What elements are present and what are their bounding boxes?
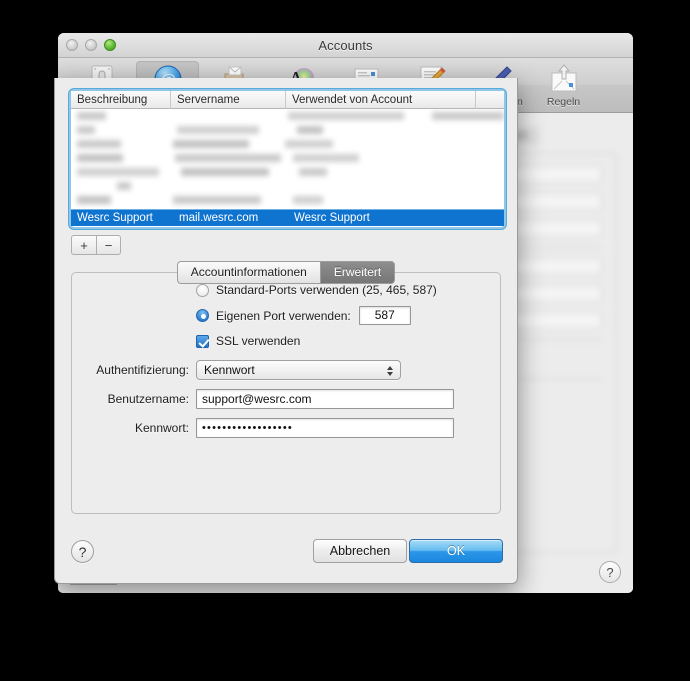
- add-server-button[interactable]: +: [71, 235, 96, 255]
- redacted-rows: [71, 109, 504, 207]
- custom-port-radio[interactable]: [196, 309, 209, 322]
- custom-port-row: Eigenen Port verwenden: 587: [71, 306, 501, 325]
- server-list-controls: + −: [71, 235, 121, 255]
- authentication-value: Kennwort: [204, 363, 255, 377]
- help-button[interactable]: ?: [71, 540, 94, 563]
- column-header-servername[interactable]: Servername: [171, 90, 286, 109]
- rules-icon: [551, 64, 576, 92]
- window-help-button[interactable]: ?: [599, 561, 621, 583]
- cell: [77, 196, 111, 204]
- cell: [293, 154, 359, 162]
- cell: [293, 196, 323, 204]
- chevron-up-icon: [386, 366, 393, 370]
- cell-used-by-account: Wesrc Support: [294, 212, 370, 224]
- cell-servername: mail.wesrc.com: [179, 212, 259, 224]
- ssl-row: SSL verwenden: [71, 334, 501, 348]
- authentication-label: Authentifizierung:: [96, 363, 189, 377]
- smtp-server-table[interactable]: Beschreibung Servername Verwendet von Ac…: [71, 90, 504, 227]
- ok-button[interactable]: OK: [409, 539, 503, 563]
- table-body[interactable]: Wesrc Support mail.wesrc.com Wesrc Suppo…: [71, 109, 504, 226]
- password-input[interactable]: ••••••••••••••••••: [196, 418, 454, 438]
- sheet-footer: ? Abbrechen OK: [55, 533, 517, 583]
- cell: [77, 168, 159, 176]
- tab-erweitert[interactable]: Erweitert: [319, 261, 396, 284]
- password-label: Kennwort:: [134, 421, 189, 435]
- table-row[interactable]: [71, 151, 504, 165]
- close-button[interactable]: [66, 39, 78, 51]
- toolbar-item-regeln[interactable]: Regeln: [532, 61, 595, 108]
- custom-port-label: Eigenen Port verwenden:: [216, 308, 351, 323]
- standard-ports-label: Standard-Ports verwenden (25, 465, 587): [216, 283, 437, 297]
- table-header-row: Beschreibung Servername Verwendet von Ac…: [71, 90, 504, 109]
- table-row[interactable]: [71, 123, 504, 137]
- cell: [117, 182, 131, 190]
- cell: [175, 154, 281, 162]
- toolbar-label: Regeln: [546, 96, 581, 108]
- table-row[interactable]: [71, 179, 504, 193]
- cell: [431, 112, 504, 120]
- username-row: Benutzername: support@wesrc.com: [71, 389, 501, 409]
- cell: [177, 126, 259, 134]
- minimize-button[interactable]: [85, 39, 97, 51]
- cell: [297, 126, 323, 134]
- column-header-empty[interactable]: [476, 91, 504, 109]
- chevron-updown-icon: [385, 363, 394, 379]
- cell: [77, 140, 121, 148]
- chevron-down-icon: [386, 372, 393, 376]
- cell: [77, 154, 123, 162]
- table-row[interactable]: [71, 165, 504, 179]
- screen: Accounts Allgemein @: [0, 0, 690, 681]
- cell: [173, 196, 261, 204]
- cell: [173, 140, 249, 148]
- cell-description: Wesrc Support: [77, 212, 153, 224]
- ssl-checkbox[interactable]: [196, 334, 209, 348]
- custom-port-input[interactable]: 587: [358, 306, 411, 325]
- remove-server-button[interactable]: −: [96, 235, 121, 255]
- cell: [77, 126, 95, 134]
- cell: [299, 168, 327, 176]
- username-label: Benutzername:: [107, 392, 189, 406]
- window-titlebar: Accounts: [58, 33, 633, 58]
- authentication-select[interactable]: Kennwort: [196, 360, 401, 380]
- column-header-beschreibung[interactable]: Beschreibung: [71, 90, 171, 109]
- ssl-label: SSL verwenden: [216, 334, 301, 348]
- window-controls: [66, 39, 116, 51]
- table-row-selected[interactable]: Wesrc Support mail.wesrc.com Wesrc Suppo…: [71, 209, 504, 226]
- table-row[interactable]: [71, 137, 504, 151]
- zoom-button[interactable]: [104, 39, 116, 51]
- standard-ports-row: Standard-Ports verwenden (25, 465, 587): [71, 283, 501, 297]
- cell: [77, 112, 107, 120]
- username-input[interactable]: support@wesrc.com: [196, 389, 454, 409]
- tab-accountinformationen[interactable]: Accountinformationen: [176, 261, 320, 284]
- sheet-tabbar: Accountinformationen Erweitert: [55, 261, 517, 284]
- advanced-settings-form: Standard-Ports verwenden (25, 465, 587) …: [71, 283, 501, 447]
- table-row[interactable]: [71, 109, 504, 123]
- standard-ports-radio[interactable]: [196, 283, 209, 297]
- authentication-row: Authentifizierung: Kennwort: [71, 360, 501, 380]
- column-header-verwendet-von-account[interactable]: Verwendet von Account: [286, 90, 476, 109]
- cell: [181, 168, 269, 176]
- cell: [288, 112, 404, 120]
- smtp-server-sheet: Beschreibung Servername Verwendet von Ac…: [54, 78, 518, 584]
- password-row: Kennwort: ••••••••••••••••••: [71, 418, 501, 438]
- window-title: Accounts: [318, 37, 373, 53]
- cancel-button[interactable]: Abbrechen: [313, 539, 407, 563]
- cell: [285, 140, 333, 148]
- table-row[interactable]: [71, 193, 504, 207]
